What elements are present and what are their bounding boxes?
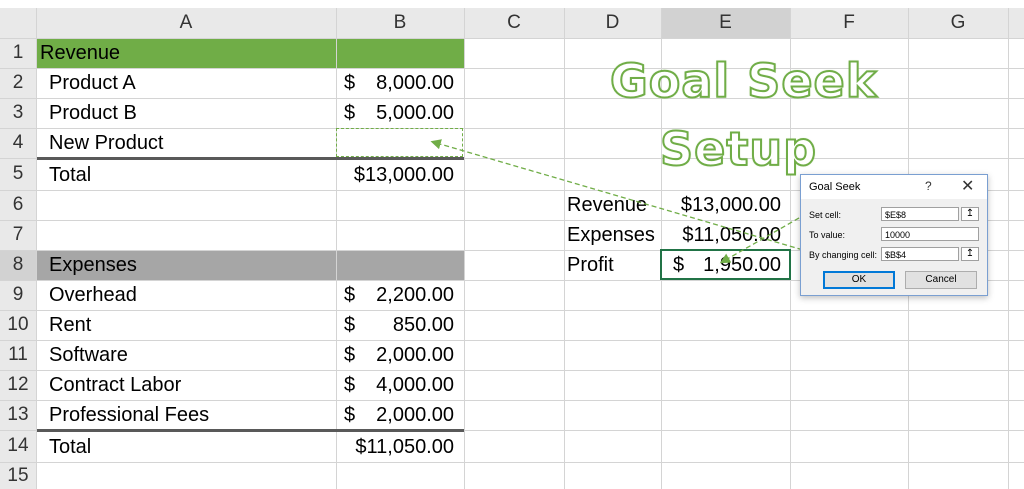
to-value-label: To value: [809,230,846,240]
arrow-changing-cell-to-new-product [430,139,811,253]
changing-cell-label: By changing cell: [809,250,878,260]
spreadsheet: A B C D E F G 1 2 3 4 5 6 7 8 9 10 11 12… [0,0,1024,489]
set-cell-input[interactable]: $E$8 [881,207,959,221]
close-icon[interactable]: ✕ [961,176,974,196]
to-value-input[interactable]: 10000 [881,227,979,241]
changing-cell-ref-icon[interactable]: ↥ [961,247,979,261]
dialog-title: Goal Seek [809,181,861,193]
goal-seek-dialog[interactable]: Goal Seek ? ✕ Set cell: $E$8 ↥ To value:… [800,174,988,296]
set-cell-label: Set cell: [809,210,842,220]
help-icon[interactable]: ? [925,179,932,193]
cancel-button[interactable]: Cancel [905,271,977,289]
arrow-set-cell-to-profit [719,213,807,264]
ok-button[interactable]: OK [823,271,895,289]
set-cell-ref-icon[interactable]: ↥ [961,207,979,221]
changing-cell-input[interactable]: $B$4 [881,247,959,261]
